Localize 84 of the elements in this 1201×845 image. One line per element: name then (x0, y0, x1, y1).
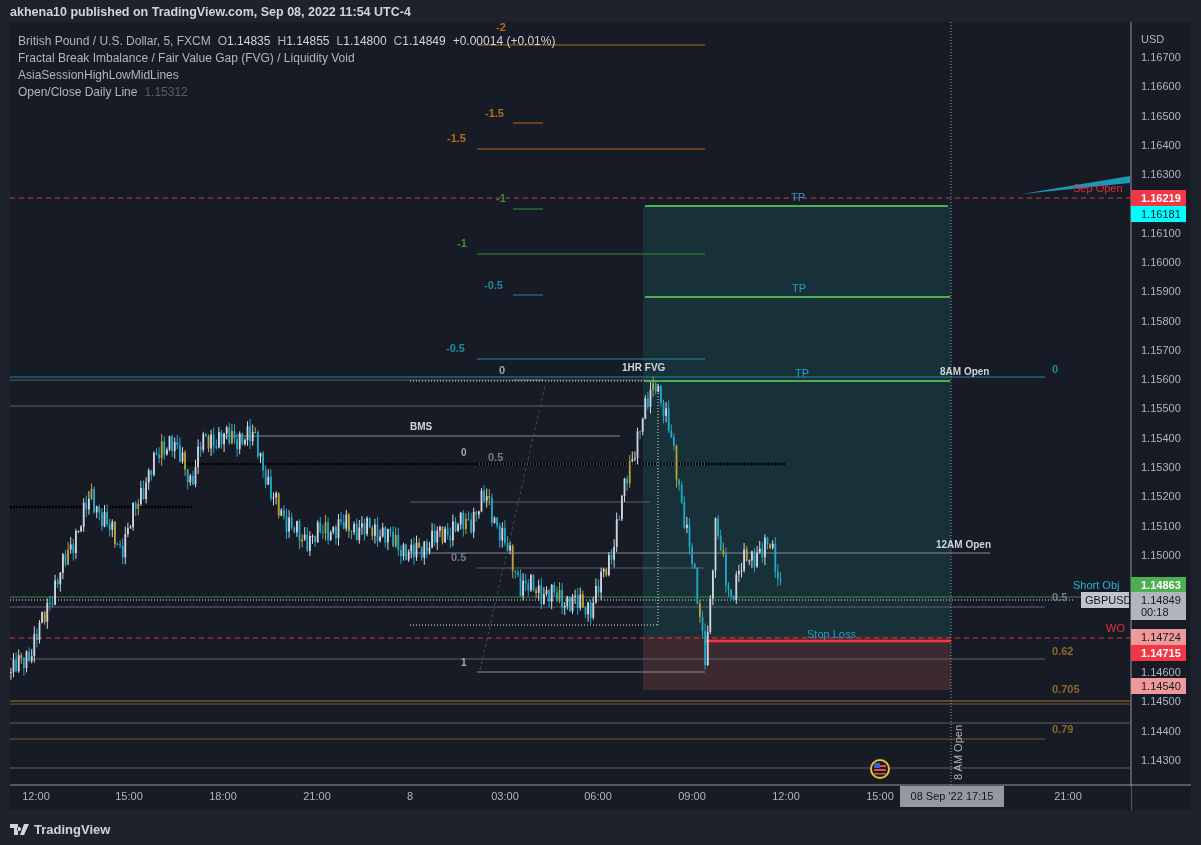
price-tag: 1.14849 00:18 (1131, 592, 1186, 620)
level-name-label: Sep Open (1073, 182, 1123, 194)
price-axis-label: 1.16500 (1141, 109, 1181, 122)
price-tag: 1.16219 (1131, 190, 1186, 206)
vertical-line-label: 8 AM Open (952, 724, 964, 780)
price-change: +0.00014 (+0.01%) (452, 33, 556, 50)
price-axis-label: 1.16400 (1141, 138, 1181, 151)
level-name-label: Short Obj (1073, 579, 1120, 591)
price-axis-label: 1.15700 (1141, 343, 1181, 356)
price-axis-label: 1.16000 (1141, 256, 1181, 269)
symbol-title: British Pound / U.S. Dollar, 5, FXCM (18, 33, 211, 50)
ohlc-value: H1.14855 (277, 33, 330, 50)
price-axis-label: 1.15000 (1141, 548, 1181, 561)
level-line (512, 122, 544, 124)
level-name-label: TP (795, 367, 810, 379)
price-axis-label: 1.15100 (1141, 519, 1181, 532)
price-tag: 1.14863 (1131, 577, 1186, 593)
level-name-label: TP (792, 282, 807, 294)
price-axis-label: 1.14600 (1141, 666, 1181, 679)
indicator-value: 1.15312 (144, 84, 188, 101)
note-label: 8AM Open (940, 366, 990, 377)
price-axis-label: 1.15600 (1141, 373, 1181, 386)
price-axis-label: 1.15800 (1141, 314, 1181, 327)
level-name-label: WO (1106, 622, 1125, 634)
price-axis-label: 1.16300 (1141, 168, 1181, 181)
ohlc-value: C1.14849 (393, 33, 446, 50)
price-axis-label: 1.15300 (1141, 461, 1181, 474)
price-axis-label: 1.16100 (1141, 226, 1181, 239)
note-label: BMS (410, 421, 433, 432)
price-axis-label: 1.15200 (1141, 490, 1181, 503)
ohlc-value: L1.14800 (336, 33, 387, 50)
note-label: 12AM Open (936, 539, 991, 550)
indicator-name: Open/Close Daily Line (18, 84, 138, 101)
indicator-name: Fractal Break Imbalance / Fair Value Gap (FVG) / Liquidity Void (18, 50, 355, 67)
fib-level-label: 0 (1052, 363, 1059, 375)
price-axis-label: 1.16700 (1141, 51, 1181, 63)
time-axis-label: 12:00 (772, 790, 800, 802)
time-axis-label: 09:00 (678, 790, 706, 802)
fib-level-label: 0.705 (1052, 683, 1080, 695)
fib-level-label: -1.5 (485, 107, 504, 119)
price-axis-label: 1.15400 (1141, 431, 1181, 444)
fib-level-label: 0.5 (488, 451, 504, 463)
price-axis-label: 1.15900 (1141, 285, 1181, 298)
price-tag: 1.14724 (1131, 629, 1186, 645)
time-axis-label: 06:00 (584, 790, 612, 802)
fib-level-label: 0 (499, 364, 506, 376)
fib-level-label: -1.5 (447, 132, 466, 144)
time-axis-label: 15:00 (866, 790, 894, 802)
level-line (512, 208, 544, 210)
note-label: 1HR FVG (622, 362, 666, 373)
note-label: 1 (461, 657, 467, 668)
price-axis-label: 1.15500 (1141, 402, 1181, 415)
fib-level-label: -0.5 (446, 342, 465, 354)
fib-level-label: -1 (457, 237, 467, 249)
brand-name: TradingView (34, 822, 111, 837)
note-label: 0 (461, 447, 467, 458)
fib-level-label: -0.5 (484, 279, 503, 291)
indicator-name: AsiaSessionHighLowMidLines (18, 67, 179, 84)
level-name-label: Stop Loss (807, 628, 856, 640)
time-axis-label: 21:00 (303, 790, 331, 802)
price-axis-label: 1.14300 (1141, 753, 1181, 766)
fib-level-label: 0.79 (1052, 723, 1074, 735)
time-axis-label: 12:00 (22, 790, 50, 802)
level-name-label: TP (791, 191, 806, 203)
time-axis-label: 15:00 (115, 790, 143, 802)
time-axis-label: 21:00 (1054, 790, 1082, 802)
brand-logo-icon (10, 824, 30, 835)
time-axis-label: 18:00 (209, 790, 237, 802)
publish-info: akhena10 published on TradingView.com, Sep 08, 2022 11:54 UTC-4 (9, 4, 412, 21)
crosshair-time-label: 08 Sep '22 17:15 (900, 786, 1004, 807)
price-tag: 1.14540 (1131, 678, 1186, 694)
time-axis-label: 8 (406, 790, 414, 802)
time-axis-label: 03:00 (491, 790, 519, 802)
price-tag: 1.14715 (1131, 645, 1186, 661)
price-tag: 1.16181 (1131, 206, 1186, 222)
price-axis-label: 1.16600 (1141, 80, 1181, 93)
fib-level-label: -2 (496, 22, 506, 33)
fib-level-label: 0.62 (1052, 645, 1074, 657)
price-axis-label: 1.14400 (1141, 724, 1181, 737)
currency-label: USD (1141, 33, 1165, 45)
ohlc-value: O1.14835 (217, 33, 271, 50)
level-line (512, 294, 544, 296)
fib-level-label: 0.5 (451, 551, 467, 563)
price-axis-label: 1.14500 (1141, 695, 1181, 708)
